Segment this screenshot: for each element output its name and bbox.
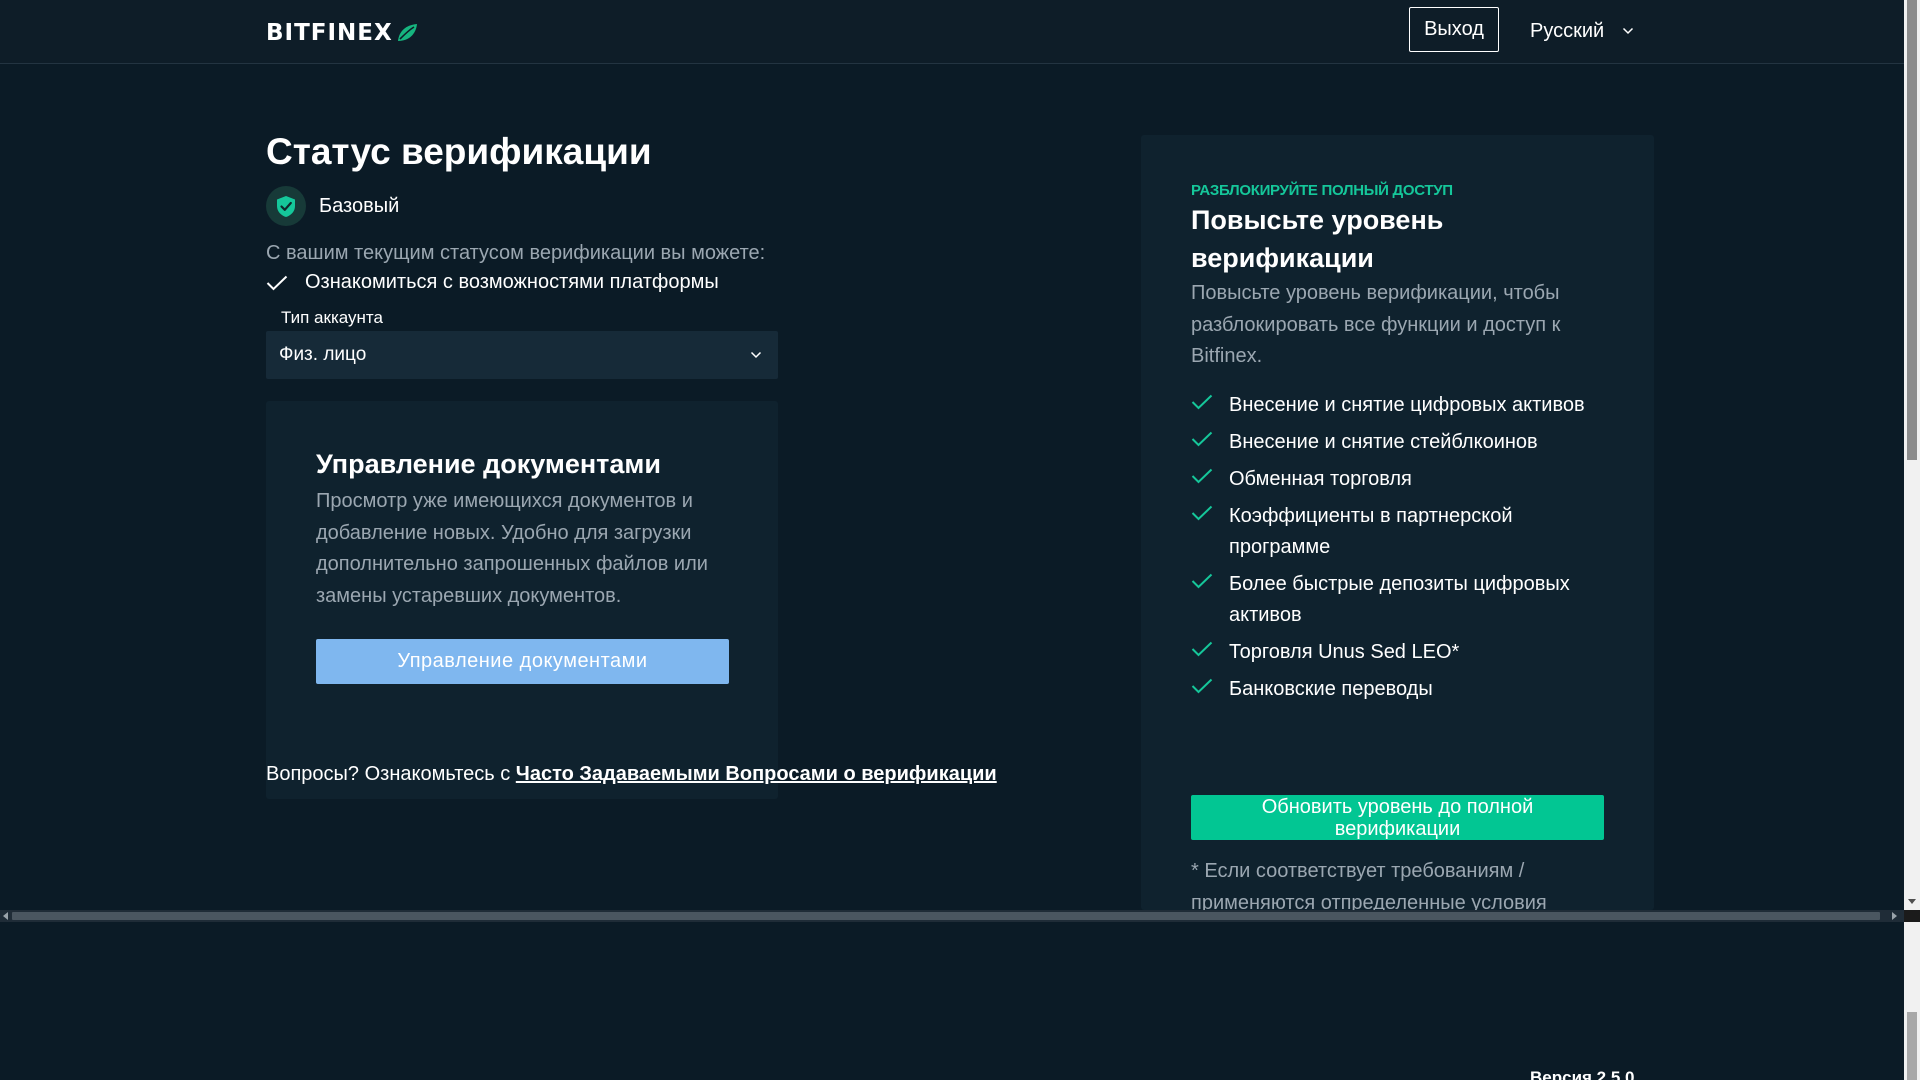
account-type-value: Физ. лицо	[279, 344, 367, 365]
account-type-label: Тип аккаунта	[281, 308, 383, 327]
feature-text: Внесение и снятие цифровых активов	[1229, 394, 1585, 416]
capabilities-intro: С вашим текущим статусом верификации вы …	[266, 242, 766, 264]
logo-text: BITFINEX	[266, 20, 393, 46]
check-icon	[1191, 678, 1213, 694]
footer: Версия 2.5.0	[0, 922, 1904, 1080]
scroll-left-icon[interactable]	[3, 912, 8, 920]
account-type-select[interactable]: Физ. лицо	[266, 331, 778, 379]
vertical-scroll-thumb[interactable]	[1907, 0, 1917, 460]
chevron-down-icon	[750, 351, 762, 359]
top-header: BITFINEX Выход Русский	[0, 0, 1904, 64]
version-label: Версия 2.5.0	[1530, 1068, 1635, 1080]
check-icon	[1191, 394, 1213, 410]
status-badge	[266, 186, 306, 226]
feature-item: Внесение и снятие стейблкоинов	[1191, 427, 1611, 458]
upgrade-title: Повысьте уровень верификации	[1191, 205, 1444, 273]
faq-line: Вопросы? Ознакомьтесь с Часто Задаваемым…	[266, 763, 997, 786]
upgrade-description: Повысьте уровень верификации, чтобы разб…	[1191, 282, 1561, 367]
feature-item: Более быстрые депозиты цифровых активов	[1191, 569, 1611, 631]
feature-item: Внесение и снятие цифровых активов	[1191, 390, 1611, 421]
documents-description: Просмотр уже имеющихся документов и доба…	[316, 490, 708, 607]
documents-card: Управление документами Просмотр уже имею…	[266, 401, 778, 799]
faq-prefix: Вопросы? Ознакомьтесь с	[266, 763, 516, 785]
feature-item: Обменная торговля	[1191, 464, 1611, 495]
upgrade-panel: РАЗБЛОКИРУЙТЕ ПОЛНЫЙ ДОСТУП Повысьте уро…	[1141, 135, 1654, 914]
vertical-scrollbar[interactable]	[1904, 0, 1920, 1080]
feature-text: Обменная торговля	[1229, 468, 1412, 490]
language-label: Русский	[1530, 19, 1605, 42]
check-icon	[1191, 573, 1213, 589]
page-title: Статус верификации	[266, 131, 652, 172]
language-selector[interactable]: Русский	[1530, 17, 1634, 45]
capability-item: Ознакомиться с возможностями платформы	[266, 271, 719, 294]
outer-scroll-thumb[interactable]	[1907, 1012, 1917, 1080]
chevron-down-icon	[1623, 27, 1634, 35]
main-content: Статус верификации Базовый С вашим текущ…	[0, 65, 1904, 914]
shield-check-icon	[277, 195, 295, 217]
check-icon	[1191, 641, 1213, 657]
check-icon	[1191, 431, 1213, 447]
scrollbar-corner	[1904, 910, 1920, 922]
capability-text: Ознакомиться с возможностями платформы	[305, 271, 719, 293]
faq-link[interactable]: Часто Задаваемыми Вопросами о верификаци…	[516, 763, 997, 785]
feature-item: Торговля Unus Sed LEO*	[1191, 637, 1611, 668]
feature-item: Банковские переводы	[1191, 674, 1611, 705]
horizontal-scrollbar[interactable]	[0, 910, 1904, 922]
feature-list: Внесение и снятие цифровых активов Внесе…	[1191, 390, 1611, 711]
horizontal-scroll-thumb[interactable]	[12, 912, 1880, 920]
feature-text: Банковские переводы	[1229, 678, 1433, 700]
feature-text: Торговля Unus Sed LEO*	[1229, 641, 1460, 663]
leaf-icon	[397, 24, 417, 41]
documents-title: Управление документами	[316, 449, 661, 479]
upgrade-button[interactable]: Обновить уровень до полной верификации	[1191, 795, 1604, 840]
verification-status: Базовый	[266, 186, 399, 226]
scroll-down-icon[interactable]	[1908, 899, 1916, 904]
feature-item: Коэффициенты в партнерской программе	[1191, 501, 1611, 563]
check-icon	[1191, 505, 1213, 521]
status-level: Базовый	[319, 194, 400, 217]
feature-text: Внесение и снятие стейблкоинов	[1229, 431, 1538, 453]
scroll-right-icon[interactable]	[1892, 912, 1897, 920]
feature-text: Более быстрые депозиты цифровых активов	[1229, 573, 1570, 626]
upgrade-kicker: РАЗБЛОКИРУЙТЕ ПОЛНЫЙ ДОСТУП	[1191, 182, 1453, 199]
check-icon	[1191, 468, 1213, 484]
feature-text: Коэффициенты в партнерской программе	[1229, 505, 1513, 558]
logout-button[interactable]: Выход	[1409, 7, 1499, 52]
check-icon	[266, 275, 288, 290]
manage-documents-button[interactable]: Управление документами	[316, 639, 729, 684]
bitfinex-logo[interactable]: BITFINEX	[266, 20, 418, 46]
